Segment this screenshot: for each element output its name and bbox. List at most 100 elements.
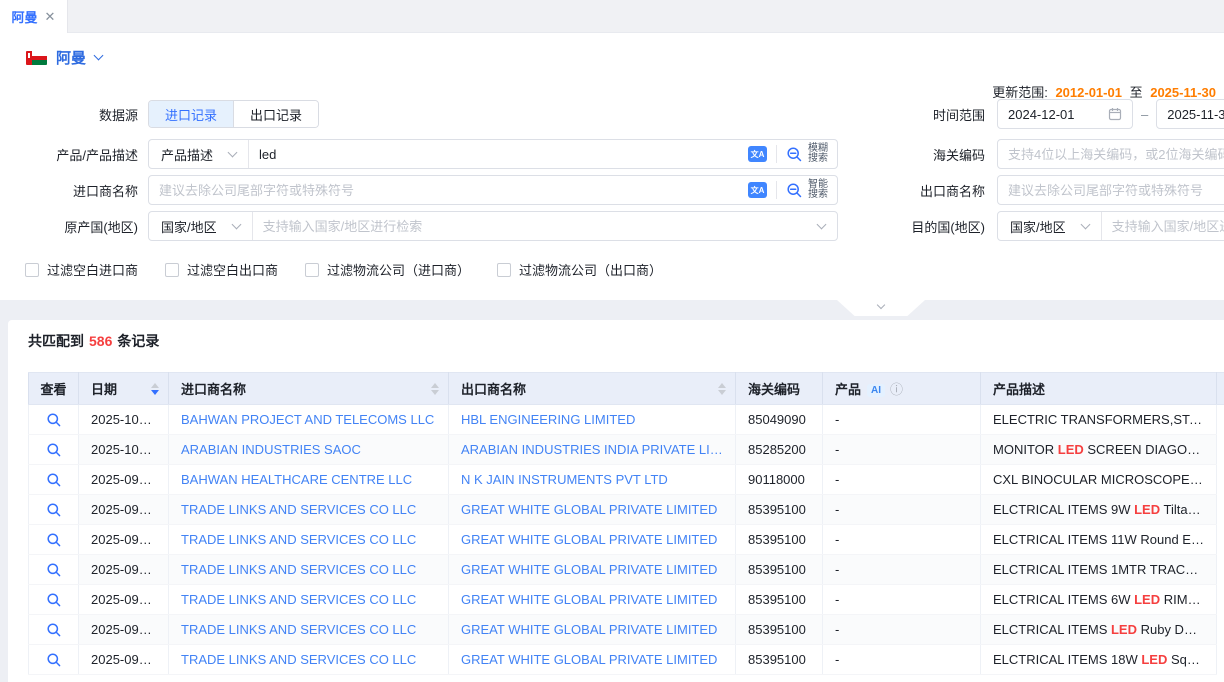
- start-date-input[interactable]: 2024-12-01: [997, 99, 1133, 129]
- dest-country-input[interactable]: [1102, 219, 1224, 234]
- filter-blank-exporter[interactable]: 过滤空白出口商: [165, 260, 278, 279]
- origin-country-type-select[interactable]: 国家/地区: [149, 212, 253, 240]
- sort-control-date[interactable]: [151, 383, 159, 395]
- importer-link[interactable]: TRADE LINKS AND SERVICES CO LLC: [181, 502, 436, 517]
- tab-import-records[interactable]: 进口记录: [149, 101, 233, 127]
- importer-link[interactable]: TRADE LINKS AND SERVICES CO LLC: [181, 532, 436, 547]
- date-cell: 2025-09-29: [79, 645, 169, 675]
- exporter-link[interactable]: N K JAIN INSTRUMENTS PVT LTD: [461, 472, 723, 487]
- table-row: 2025-09-29 TRADE LINKS AND SERVICES CO L…: [29, 645, 1224, 675]
- importer-link[interactable]: BAHWAN HEALTHCARE CENTRE LLC: [181, 472, 436, 487]
- update-range-end: 2025-11-30: [1150, 85, 1216, 100]
- fuzzy-search-button[interactable]: 模糊 搜索: [777, 144, 837, 164]
- tab-oman[interactable]: 阿曼 ✕: [0, 0, 68, 33]
- translate-icon[interactable]: 文A: [748, 182, 767, 198]
- exporter-link[interactable]: GREAT WHITE GLOBAL PRIVATE LIMITED: [461, 502, 723, 517]
- country-selector[interactable]: 阿曼: [26, 47, 102, 68]
- data-source-label: 数据源: [0, 105, 138, 124]
- importer-input[interactable]: [149, 183, 748, 198]
- origin-country-input[interactable]: [253, 219, 818, 234]
- browser-tab-bar: 阿曼 ✕: [0, 0, 1224, 33]
- hs-code-cell: 85285200: [736, 435, 823, 465]
- hs-code-cell: 85395100: [736, 615, 823, 645]
- importer-link[interactable]: ARABIAN INDUSTRIES SAOC: [181, 442, 436, 457]
- exporter-input[interactable]: [998, 183, 1224, 198]
- calendar-icon: [1108, 107, 1122, 121]
- date-cell: 2025-09-29: [79, 615, 169, 645]
- sort-control-exporter[interactable]: [718, 383, 726, 395]
- view-record-button[interactable]: [46, 592, 62, 608]
- exporter-link[interactable]: ARABIAN INDUSTRIES INDIA PRIVATE LIMIT..…: [461, 442, 723, 457]
- scrollbar-track: [1217, 405, 1224, 435]
- tab-export-records[interactable]: 出口记录: [233, 101, 318, 127]
- chevron-down-icon: [1080, 219, 1090, 229]
- checkbox[interactable]: [165, 263, 179, 277]
- importer-link[interactable]: BAHWAN PROJECT AND TELECOMS LLC: [181, 412, 436, 427]
- dest-country-type-select[interactable]: 国家/地区: [998, 212, 1102, 240]
- view-record-button[interactable]: [46, 622, 62, 638]
- product-search-input[interactable]: [249, 147, 748, 162]
- chevron-down-icon: [228, 147, 238, 157]
- view-record-button[interactable]: [46, 532, 62, 548]
- view-record-button[interactable]: [46, 562, 62, 578]
- smart-search-button[interactable]: 智能 搜索: [777, 180, 837, 200]
- product-cell: -: [823, 495, 981, 525]
- search-minus-icon: [786, 182, 803, 199]
- checkbox[interactable]: [305, 263, 319, 277]
- exporter-link[interactable]: HBL ENGINEERING LIMITED: [461, 412, 723, 427]
- description-cell: ELECTRIC TRANSFORMERS,STATIC C...: [981, 405, 1217, 435]
- close-icon[interactable]: ✕: [45, 9, 56, 25]
- magnifier-icon: [46, 472, 62, 488]
- exporter-link[interactable]: GREAT WHITE GLOBAL PRIVATE LIMITED: [461, 622, 723, 637]
- translate-icon[interactable]: 文A: [748, 146, 767, 162]
- view-record-button[interactable]: [46, 442, 62, 458]
- scrollbar-track: [1217, 615, 1224, 645]
- importer-search-group: 文A 智能 搜索: [148, 175, 838, 205]
- collapse-band: [0, 300, 1224, 320]
- scrollbar-track: [1217, 435, 1224, 465]
- exporter-link[interactable]: GREAT WHITE GLOBAL PRIVATE LIMITED: [461, 532, 723, 547]
- product-type-select[interactable]: 产品描述: [149, 140, 249, 168]
- collapse-panel-button[interactable]: [837, 300, 925, 316]
- update-range-start: 2012-01-01: [1055, 85, 1122, 100]
- filter-logistics-exporter[interactable]: 过滤物流公司（出口商）: [497, 260, 662, 279]
- product-cell: -: [823, 405, 981, 435]
- view-cell: [29, 435, 79, 465]
- date-cell: 2025-09-30: [79, 465, 169, 495]
- column-hs-code: 海关编码: [736, 373, 823, 405]
- importer-link[interactable]: TRADE LINKS AND SERVICES CO LLC: [181, 592, 436, 607]
- tab-label: 阿曼: [12, 7, 38, 26]
- checkbox[interactable]: [497, 263, 511, 277]
- exporter-link[interactable]: GREAT WHITE GLOBAL PRIVATE LIMITED: [461, 652, 723, 667]
- sort-control-importer[interactable]: [431, 383, 439, 395]
- origin-country-group: 国家/地区: [148, 211, 838, 241]
- info-icon[interactable]: ⓘ: [890, 382, 903, 397]
- description-cell: ELCTRICAL ITEMS 11W Round Econo...: [981, 525, 1217, 555]
- importer-link[interactable]: TRADE LINKS AND SERVICES CO LLC: [181, 562, 436, 577]
- exporter-link[interactable]: GREAT WHITE GLOBAL PRIVATE LIMITED: [461, 592, 723, 607]
- importer-link[interactable]: TRADE LINKS AND SERVICES CO LLC: [181, 652, 436, 667]
- checkbox[interactable]: [25, 263, 39, 277]
- view-record-button[interactable]: [46, 412, 62, 428]
- exporter-link[interactable]: GREAT WHITE GLOBAL PRIVATE LIMITED: [461, 562, 723, 577]
- filter-blank-importer[interactable]: 过滤空白进口商: [25, 260, 138, 279]
- filter-logistics-importer[interactable]: 过滤物流公司（进口商）: [305, 260, 470, 279]
- scrollbar-track: [1217, 465, 1224, 495]
- date-cell: 2025-09-29: [79, 555, 169, 585]
- view-cell: [29, 585, 79, 615]
- importer-link[interactable]: TRADE LINKS AND SERVICES CO LLC: [181, 622, 436, 637]
- description-cell: ELCTRICAL ITEMS LED Ruby Down Li...: [981, 615, 1217, 645]
- view-record-button[interactable]: [46, 652, 62, 668]
- hs-code-cell: 85395100: [736, 555, 823, 585]
- origin-country-label: 原产国(地区): [0, 217, 138, 236]
- view-record-button[interactable]: [46, 502, 62, 518]
- view-record-button[interactable]: [46, 472, 62, 488]
- chevron-down-icon: [94, 51, 104, 61]
- product-cell: -: [823, 465, 981, 495]
- table-row: 2025-09-29 TRADE LINKS AND SERVICES CO L…: [29, 615, 1224, 645]
- product-search-group: 产品描述 文A 模糊 搜索: [148, 139, 838, 169]
- hs-code-input[interactable]: [998, 147, 1224, 162]
- chevron-down-icon: [231, 219, 241, 229]
- end-date-input[interactable]: 2025-11-30: [1156, 99, 1224, 129]
- date-range-dash: –: [1141, 107, 1148, 122]
